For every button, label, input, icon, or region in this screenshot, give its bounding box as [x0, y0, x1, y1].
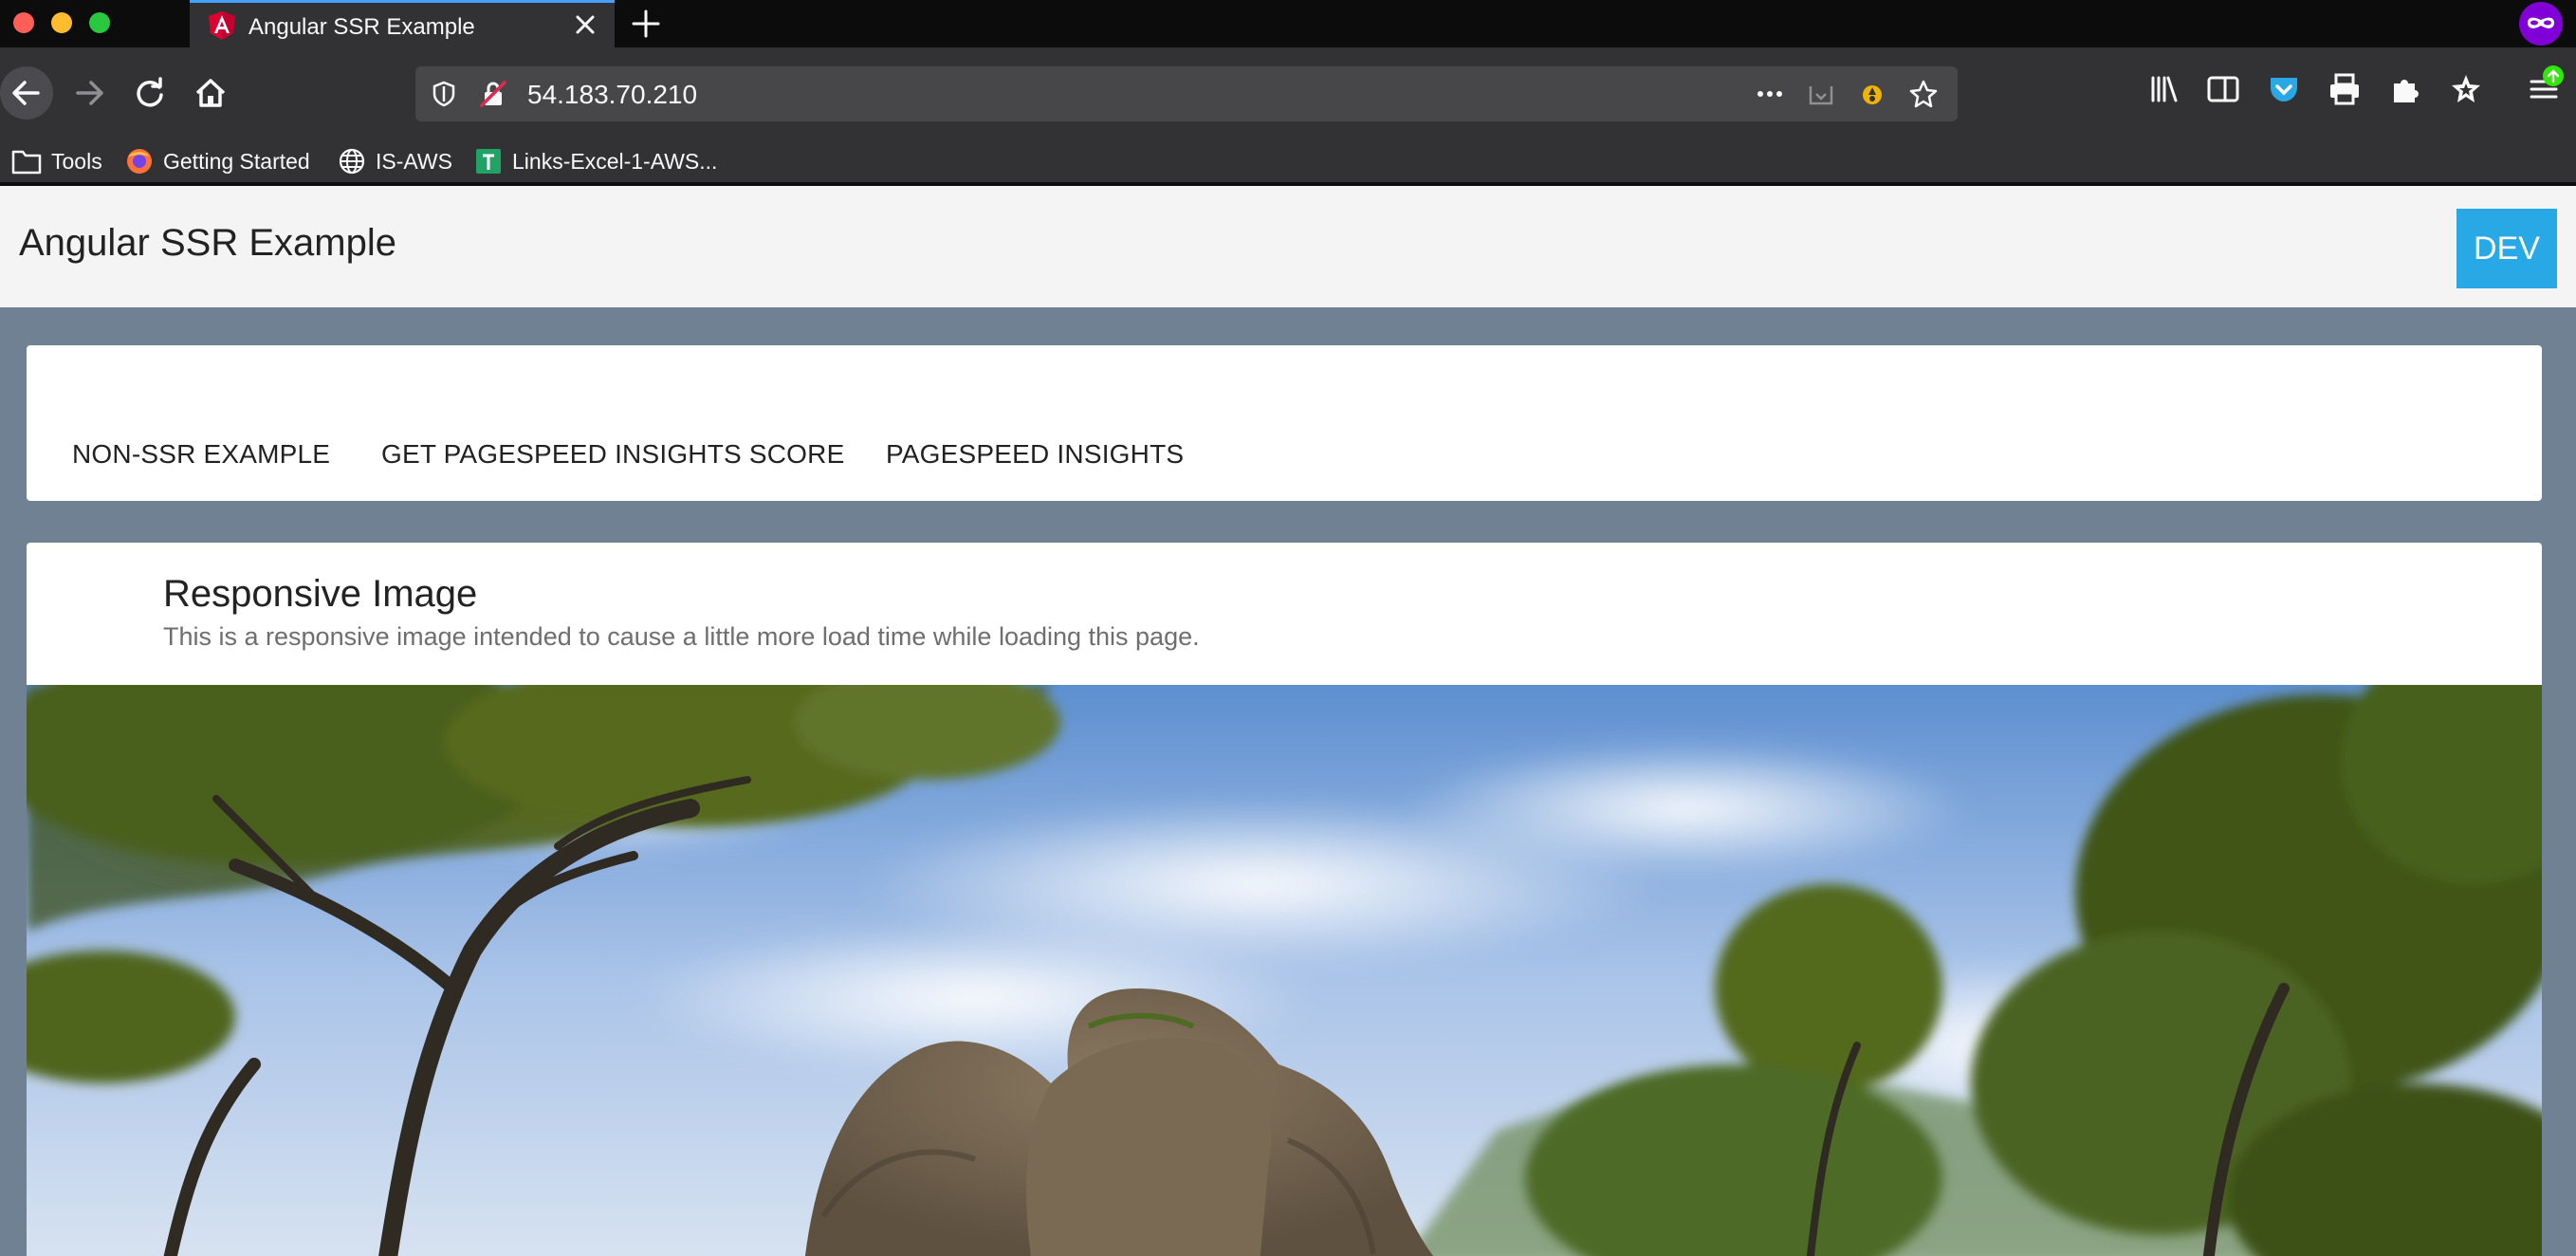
bookmark-star-icon[interactable] [1908, 79, 1939, 109]
app-title: Angular SSR Example [19, 222, 396, 264]
navigation-toolbar: 54.183.70.210 [0, 47, 2576, 139]
bookmark-is-aws[interactable]: IS-AWS [338, 145, 452, 177]
nav-links-card: NON-SSR EXAMPLE GET PAGESPEED INSIGHTS S… [27, 345, 2542, 501]
globe-icon [339, 148, 365, 175]
extension-star-icon[interactable] [1857, 79, 1887, 109]
pocket-save-icon[interactable] [2265, 70, 2303, 108]
sidebar-icon[interactable] [2204, 70, 2242, 108]
tab-strip: Angular SSR Example [0, 0, 2576, 47]
bookmark-label: Tools [51, 148, 102, 174]
print-icon[interactable] [2326, 70, 2364, 108]
firefox-icon [127, 149, 152, 174]
get-pagespeed-score-link[interactable]: GET PAGESPEED INSIGHTS SCORE [381, 439, 844, 470]
angular-icon [209, 11, 235, 40]
private-browsing-icon [2519, 2, 2563, 46]
update-available-icon [2543, 65, 2564, 86]
dev-button[interactable]: DEV [2456, 209, 2557, 288]
back-arrow-icon [12, 81, 40, 105]
close-window-button[interactable] [13, 12, 34, 33]
library-icon[interactable] [2145, 70, 2183, 108]
bookmark-tools[interactable]: Tools [11, 145, 102, 177]
bookmarks-toolbar: Tools Getting Started IS-AWS Links-Excel… [0, 139, 2576, 184]
bookmark-label: Links-Excel-1-AWS... [512, 148, 718, 174]
pagespeed-insights-link[interactable]: PAGESPEED INSIGHTS [886, 439, 1184, 470]
url-text[interactable]: 54.183.70.210 [527, 80, 697, 110]
non-ssr-example-link[interactable]: NON-SSR EXAMPLE [72, 439, 330, 470]
sheets-icon [476, 149, 501, 174]
browser-tab[interactable]: Angular SSR Example [190, 0, 615, 47]
new-tab-icon[interactable] [630, 8, 662, 40]
extensions-icon[interactable] [2386, 70, 2424, 108]
home-icon[interactable] [184, 66, 237, 120]
bookmark-label: IS-AWS [376, 148, 452, 174]
back-button[interactable] [0, 66, 53, 120]
address-bar[interactable]: 54.183.70.210 [415, 66, 1958, 121]
card-title: Responsive Image [163, 573, 478, 615]
forward-arrow-icon[interactable] [63, 66, 116, 120]
shield-icon[interactable] [429, 79, 459, 109]
maximize-window-button[interactable] [89, 12, 110, 33]
responsive-image-card: Responsive Image This is a responsive im… [27, 543, 2542, 1256]
close-tab-icon[interactable] [573, 12, 598, 37]
web-page: Angular SSR Example DEV NON-SSR EXAMPLE … [0, 186, 2576, 1256]
elephant-photo [27, 685, 2542, 1256]
favorites-icon[interactable] [2447, 70, 2485, 108]
tab-title: Angular SSR Example [248, 14, 475, 40]
pocket-icon[interactable] [1806, 79, 1836, 109]
folder-icon [11, 150, 42, 175]
bookmark-getting-started[interactable]: Getting Started [125, 145, 310, 177]
bookmark-links-excel[interactable]: Links-Excel-1-AWS... [474, 145, 717, 177]
bookmark-label: Getting Started [163, 148, 310, 174]
app-header: Angular SSR Example DEV [0, 186, 2576, 307]
insecure-lock-icon[interactable] [478, 79, 508, 109]
card-subtitle: This is a responsive image intended to c… [163, 622, 1200, 651]
minimize-window-button[interactable] [51, 12, 72, 33]
more-actions-icon[interactable] [1755, 79, 1785, 109]
reload-icon[interactable] [123, 66, 176, 120]
